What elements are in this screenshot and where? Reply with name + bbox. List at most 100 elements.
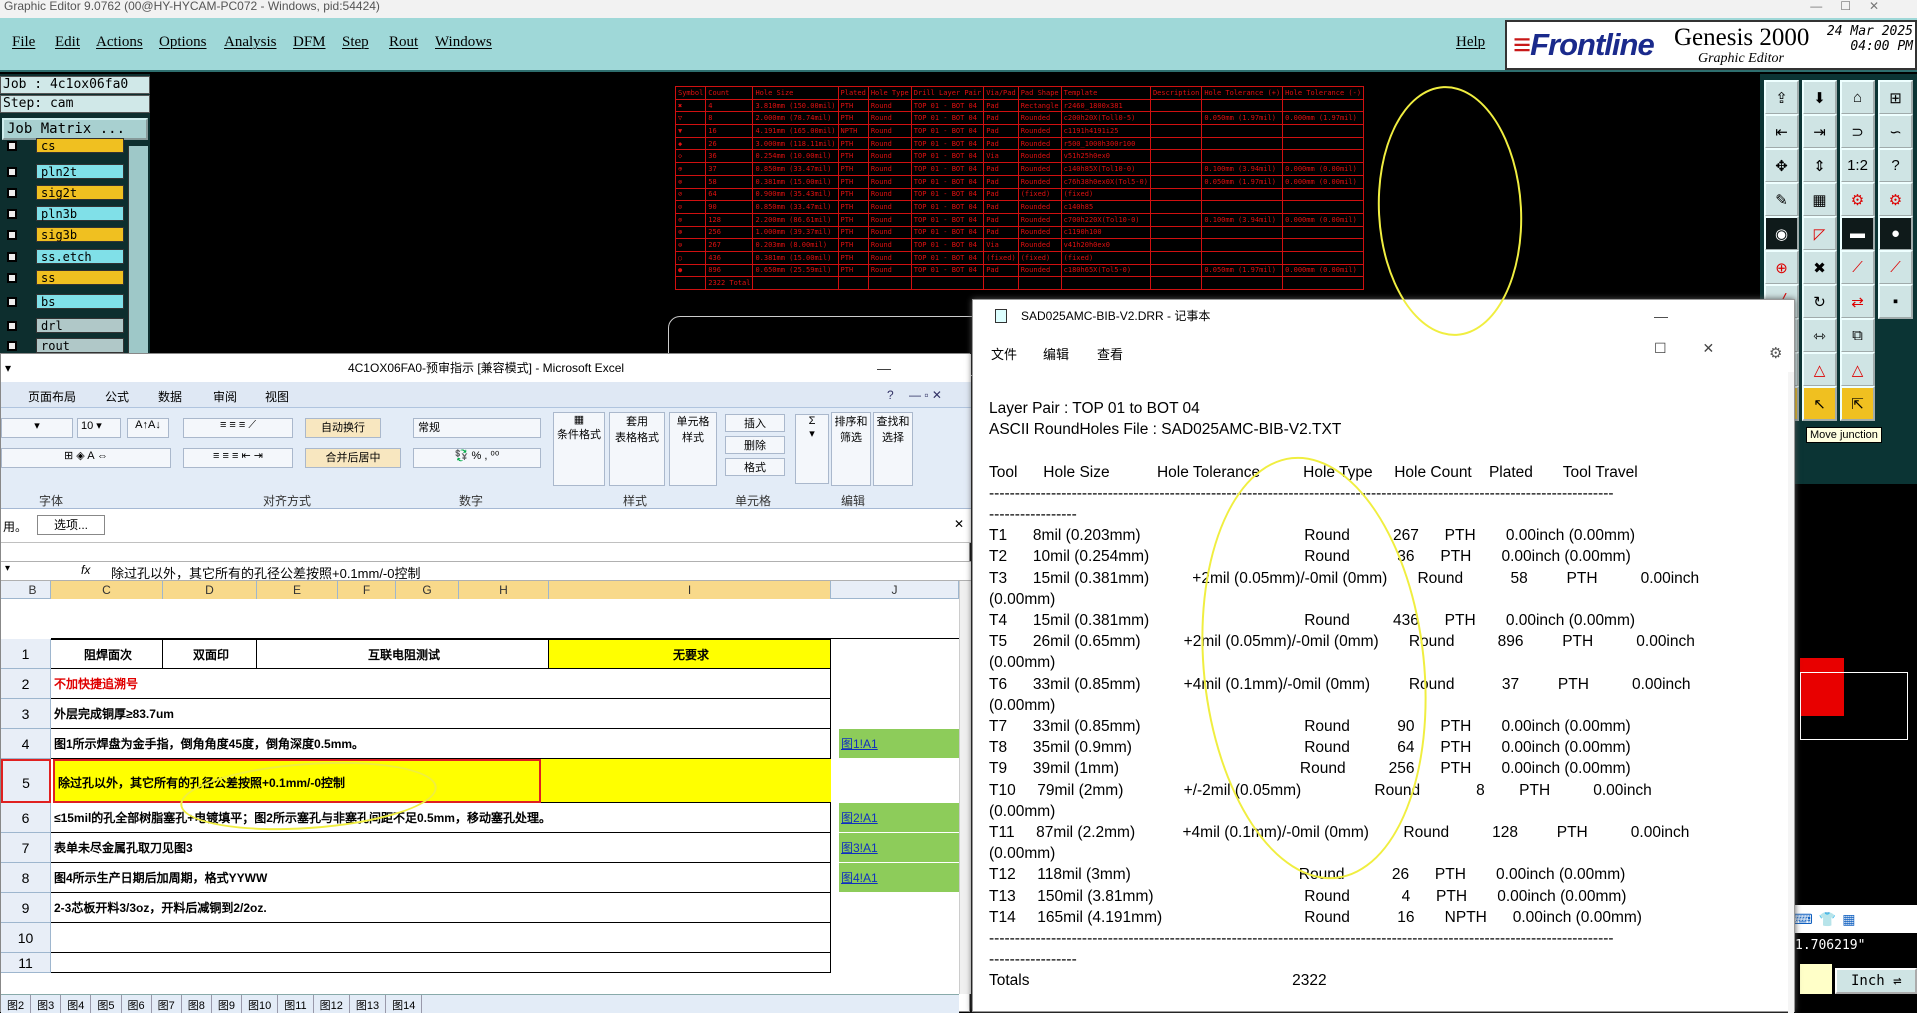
pan-icon[interactable]: ⇕ xyxy=(1802,148,1837,183)
menu-windows[interactable]: Windows xyxy=(435,34,492,51)
align-left-icon[interactable]: ⇤ xyxy=(1764,114,1799,149)
find-select-button[interactable]: 查找和 选择 xyxy=(873,412,913,486)
cell-i5-fill[interactable] xyxy=(541,759,831,803)
sheet-grid[interactable]: 1 阻焊面次 双面印 互联电阻测试 无要求 2 不加快捷追溯号 3 外层完成铜厚≥83.7um 4… xyxy=(1,599,959,994)
col-c[interactable]: C xyxy=(51,581,163,599)
layer-checkbox[interactable] xyxy=(7,297,17,307)
sheet-tab[interactable]: 图4 xyxy=(61,995,92,1013)
open-icon[interactable]: ⇪ xyxy=(1764,80,1799,115)
layer-row[interactable]: pln2t xyxy=(4,164,124,179)
layer-row[interactable]: pln3b xyxy=(4,206,124,221)
autosum-button[interactable]: Σ ▾ xyxy=(795,414,829,484)
tab-review[interactable]: 审阅 xyxy=(213,388,237,405)
col-f[interactable]: F xyxy=(338,581,396,599)
menu-file[interactable]: File xyxy=(12,34,35,51)
number-format-select[interactable]: 常规 xyxy=(413,418,541,438)
settings-gear-icon[interactable]: ⚙ xyxy=(1769,344,1782,362)
cell-c3[interactable]: 外层完成铜厚≥83.7um xyxy=(51,699,831,729)
name-box[interactable]: ▾ xyxy=(5,563,10,574)
help-icon[interactable]: ? xyxy=(1878,148,1913,183)
row-header[interactable]: 4 xyxy=(1,729,51,759)
notepad-scrollbar[interactable] xyxy=(1788,372,1794,1013)
film-icon[interactable]: ◉ xyxy=(1764,216,1799,251)
skin-icon[interactable]: 👕 xyxy=(1819,911,1836,928)
ribbon-min-icon[interactable]: — ▫ ✕ xyxy=(909,388,942,402)
quick-access-icon[interactable]: ▾ xyxy=(5,354,11,382)
sheet-tab[interactable]: 图13 xyxy=(350,995,387,1013)
layer-checkbox[interactable] xyxy=(7,273,17,283)
cell-i1[interactable]: 无要求 xyxy=(549,639,831,669)
sheet-tab[interactable]: 图2 xyxy=(1,995,32,1013)
row-header[interactable]: 5 xyxy=(1,759,51,803)
row-header[interactable]: 3 xyxy=(1,699,51,729)
layer-row[interactable]: ss.etch xyxy=(4,249,124,264)
menu-dfm[interactable]: DFM xyxy=(293,34,326,51)
sheet-tab[interactable]: 图12 xyxy=(314,995,350,1013)
cross-icon[interactable]: ✖ xyxy=(1802,250,1837,285)
grid-icon[interactable]: ▦ xyxy=(1842,911,1855,928)
layer-name[interactable]: ss xyxy=(36,270,124,285)
merge-center-button[interactable]: 合并后居中 xyxy=(305,448,401,468)
formula-input[interactable]: 除过孔以外，其它所有的孔径公差按照+0.1mm/-0控制 xyxy=(111,563,421,582)
sheet-tab[interactable]: 图6 xyxy=(122,995,152,1013)
add-icon[interactable]: ⟋ xyxy=(1878,250,1913,285)
layer-name[interactable]: pln3b xyxy=(36,206,124,221)
menu-edit-cn[interactable]: 编辑 xyxy=(1043,344,1069,363)
insert-button[interactable]: 插入 xyxy=(725,414,785,432)
row-header[interactable]: 7 xyxy=(1,833,51,863)
hyperlink-cell[interactable]: 图4!A1 xyxy=(839,863,959,893)
layer-name[interactable]: bs xyxy=(36,294,124,309)
conditional-format-button[interactable]: ▦ 条件格式 xyxy=(553,412,605,486)
layer-checkbox[interactable] xyxy=(7,230,17,240)
menu-step[interactable]: Step xyxy=(342,34,369,51)
edit-icon[interactable]: ✎ xyxy=(1764,182,1799,217)
cell-c7[interactable]: 表单未尽金属孔取刀见图3 xyxy=(51,833,831,863)
home-icon[interactable]: ⌂ xyxy=(1840,80,1875,115)
hyperlink-cell[interactable]: 图2!A1 xyxy=(839,803,959,833)
layer-name[interactable]: rout xyxy=(36,338,124,353)
menu-edit[interactable]: Edit xyxy=(55,34,80,51)
tab-page-layout[interactable]: 页面布局 xyxy=(28,388,76,405)
col-d[interactable]: D xyxy=(163,581,257,599)
row-header[interactable]: 2 xyxy=(1,669,51,699)
reverse-icon[interactable]: ⊃ xyxy=(1840,114,1875,149)
sheet-tab[interactable]: 图5 xyxy=(91,995,122,1013)
resize-icon[interactable]: ⇿ xyxy=(1802,318,1837,353)
menu-file-cn[interactable]: 文件 xyxy=(991,344,1017,363)
row-header[interactable]: 1 xyxy=(1,639,51,669)
menu-view-cn[interactable]: 查看 xyxy=(1097,344,1123,363)
layer-name[interactable]: cs xyxy=(36,138,124,153)
grid-toggle-icon[interactable]: ▦ xyxy=(1802,182,1837,217)
layer-row[interactable]: ss xyxy=(4,270,124,285)
layer-checkbox[interactable] xyxy=(7,141,17,151)
move-icon[interactable]: ⊕ xyxy=(1764,250,1799,285)
scale-icon[interactable]: 1:2 xyxy=(1840,148,1875,183)
fill-icon[interactable]: ▪ xyxy=(1878,284,1913,319)
layer-checkbox[interactable] xyxy=(7,252,17,262)
genesis-window-controls[interactable]: —☐✕ xyxy=(1810,0,1897,12)
cell-e1[interactable]: 互联电阻测试 xyxy=(257,639,549,669)
measure-icon[interactable]: ⚙ xyxy=(1878,182,1913,217)
col-b[interactable]: B xyxy=(1,581,51,599)
sheet-tab[interactable]: 图14 xyxy=(386,995,423,1013)
font-grow-button[interactable]: A↑A↓ xyxy=(127,418,169,438)
font-size-select[interactable]: 10 ▾ xyxy=(77,418,121,438)
triangle-sel-icon[interactable]: △ xyxy=(1840,352,1875,387)
wrap-text-button[interactable]: 自动换行 xyxy=(305,418,381,438)
help-icon[interactable]: ? xyxy=(887,388,894,402)
layer-row[interactable]: cs xyxy=(4,138,124,153)
vertical-align-buttons[interactable]: ≡ ≡ ≡ ⟋ xyxy=(183,418,293,438)
layer-checkbox[interactable] xyxy=(7,321,17,331)
sheet-tab[interactable]: 图10 xyxy=(242,995,279,1013)
row-header[interactable]: 11 xyxy=(1,953,51,973)
layer-row[interactable]: sig3b xyxy=(4,227,124,242)
col-e[interactable]: E xyxy=(257,581,338,599)
copy-icon[interactable]: ⧉ xyxy=(1840,318,1875,353)
sheet-tab[interactable]: 图9 xyxy=(212,995,242,1013)
mirror-icon[interactable]: ⇄ xyxy=(1840,284,1875,319)
layer-row[interactable]: bs xyxy=(4,294,124,309)
snap-icon[interactable]: ⚙ xyxy=(1840,182,1875,217)
fx-icon[interactable]: fx xyxy=(81,563,90,577)
layer-list-scrollbar[interactable] xyxy=(128,146,148,354)
cell-c1[interactable]: 阻焊面次 xyxy=(51,639,163,669)
